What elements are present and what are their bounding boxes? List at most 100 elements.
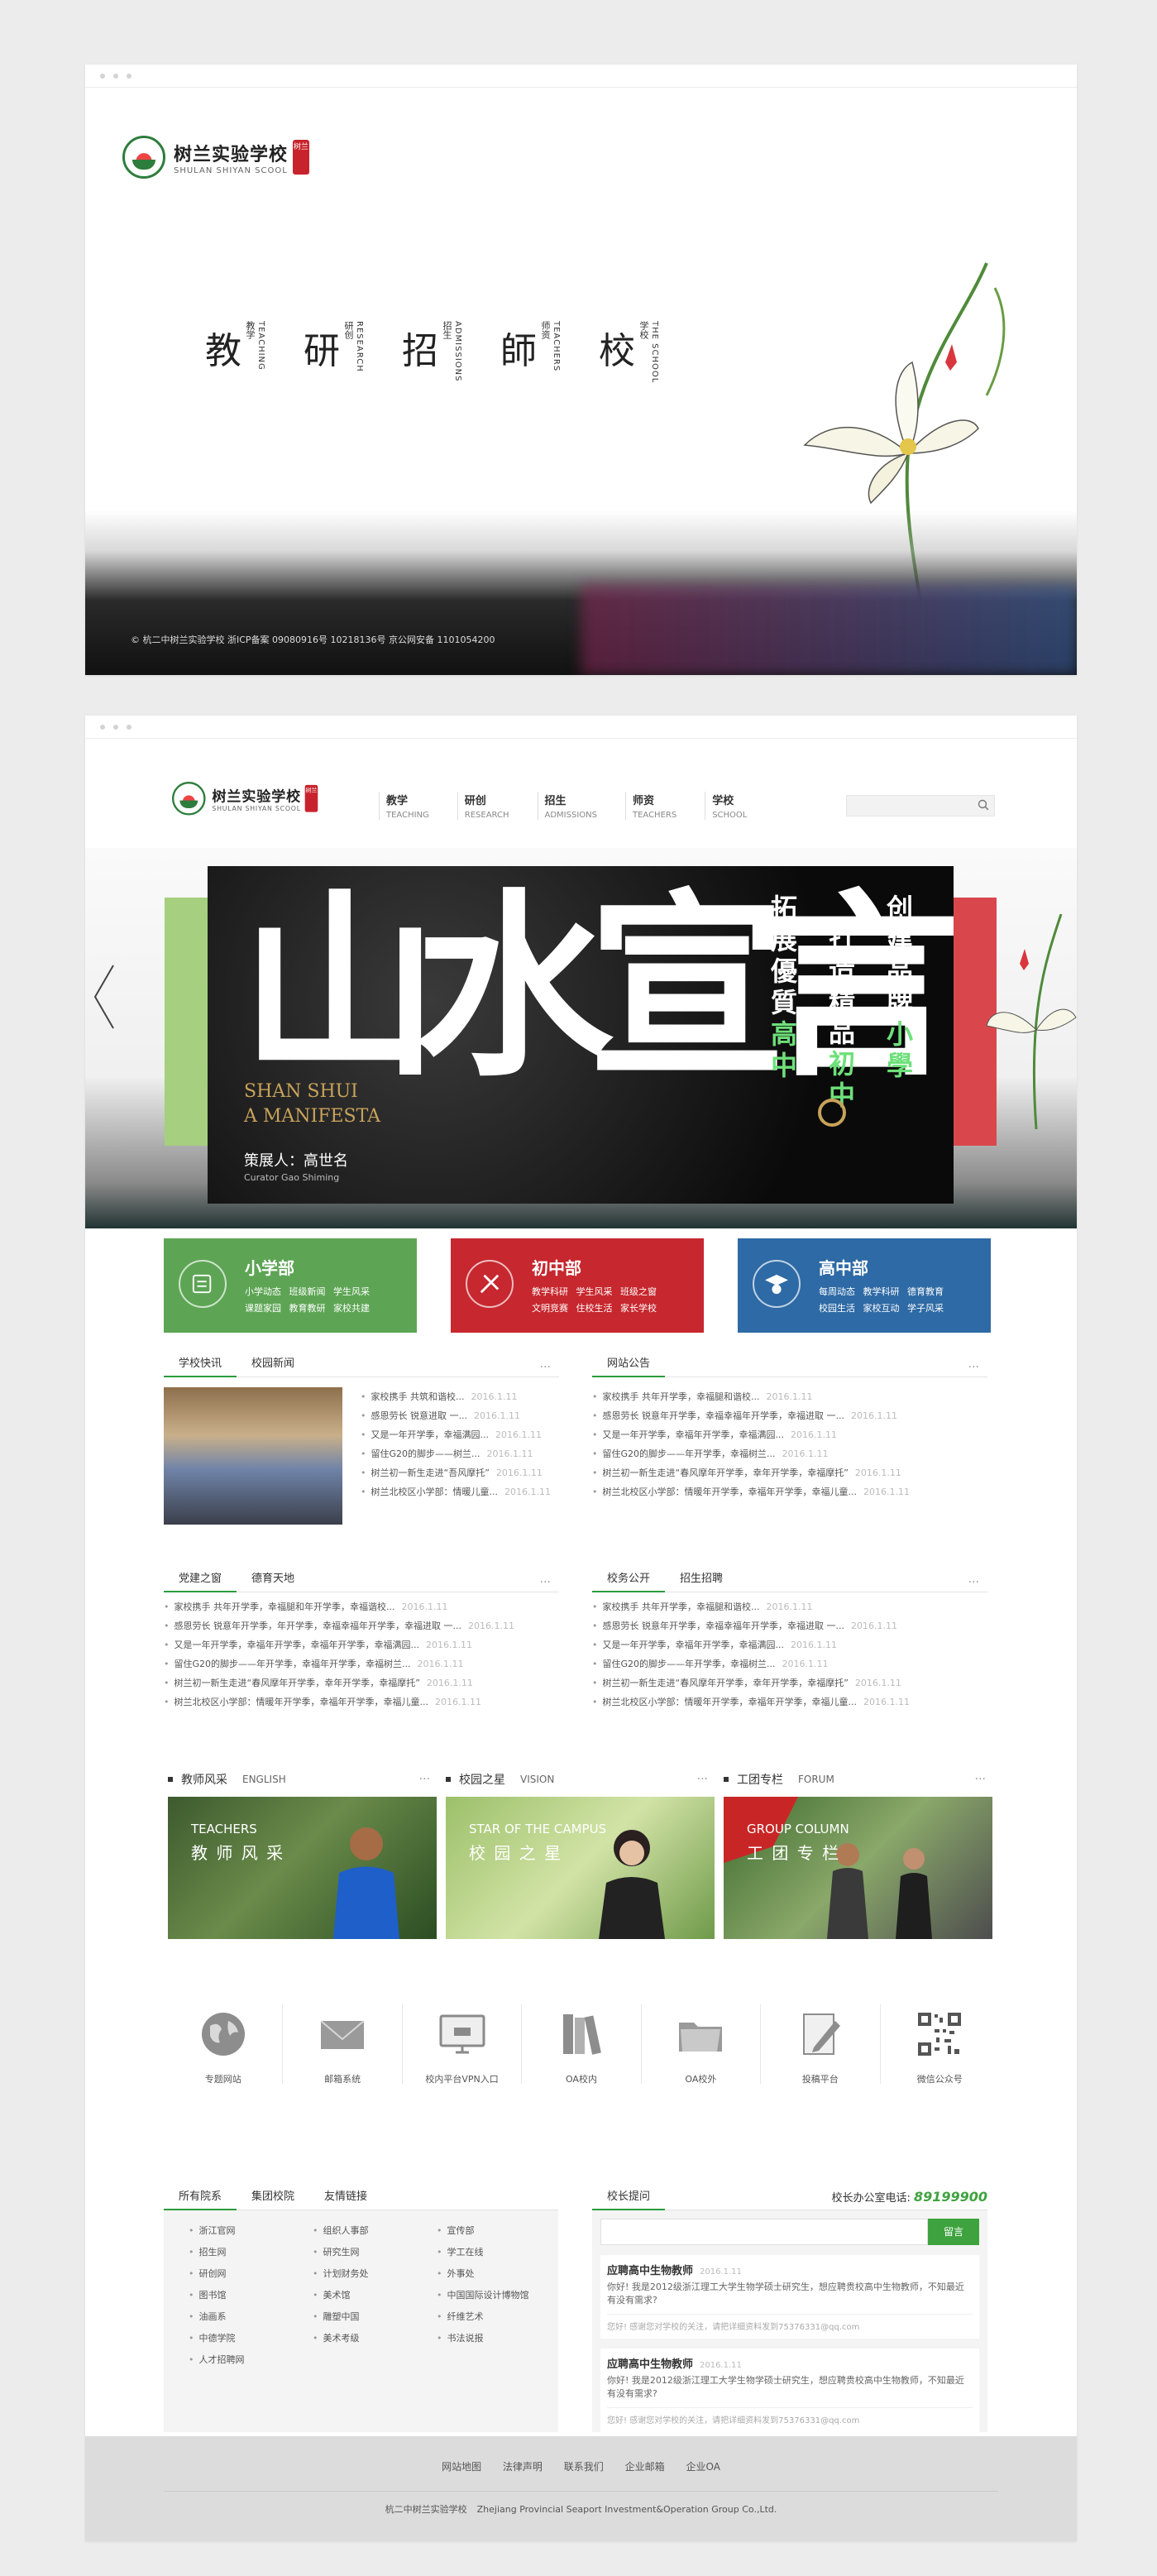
dept-links-1[interactable]: 每周动态 教学科研 德育教育 <box>819 1285 944 1298</box>
link-item[interactable]: 中德学院 <box>189 2331 313 2344</box>
list-item[interactable]: 树兰初一新生走进“春风摩年开学季，幸年开学季，幸福摩托” 2016.1.11 <box>592 1673 987 1693</box>
system-oa-external[interactable]: OA校外 <box>642 2004 762 2085</box>
dept-middle[interactable]: 初中部 教学科研 学生风采 班级之窗 文明竞赛 住校生活 家长学校 <box>451 1238 704 1333</box>
link-item[interactable]: 美术考级 <box>313 2331 437 2344</box>
list-item[interactable]: 感恩劳长 锐意年开学季，幸福幸福年开学季，幸福进取 一... 2016.1.11 <box>592 1406 987 1425</box>
forum-photo[interactable]: GROUP COLUMN 工 团 专 栏 <box>724 1797 992 1939</box>
topnav-teaching[interactable]: 教学 TEACHING <box>379 792 429 820</box>
list-item[interactable]: 树兰北校区小学部：情暖儿童... 2016.1.11 <box>361 1482 559 1501</box>
list-item[interactable]: 家校携手 共年开学季，幸福腿和谐校... 2016.1.11 <box>592 1597 987 1616</box>
footer-link[interactable]: 企业邮箱 <box>625 2461 665 2473</box>
list-item[interactable]: 又是一年开学季，幸福满园... 2016.1.11 <box>361 1425 559 1444</box>
tab-campus-news[interactable]: 校园新闻 <box>237 1351 309 1377</box>
nav-school[interactable]: 校学校 THE SCHOOL <box>599 321 659 383</box>
more-link[interactable]: ··· <box>540 1354 551 1381</box>
link-item[interactable]: 油画系 <box>189 2310 313 2323</box>
link-item[interactable]: 外事处 <box>437 2267 561 2280</box>
tab-school-express[interactable]: 学校快讯 <box>164 1351 237 1377</box>
list-item[interactable]: 家校携手 共年开学季，幸福腿和年开学季，幸福谐校... 2016.1.11 <box>164 1597 559 1616</box>
chevron-left-icon[interactable] <box>92 964 117 1030</box>
dept-links-1[interactable]: 教学科研 学生风采 班级之窗 <box>532 1285 657 1298</box>
nav-teaching[interactable]: 教教学 TEACHING <box>205 321 265 383</box>
news-photo[interactable] <box>164 1387 342 1525</box>
tab-affairs[interactable]: 校务公开 <box>592 1566 666 1592</box>
topnav-research[interactable]: 研创 RESEARCH <box>457 792 509 820</box>
footer-link[interactable]: 网站地图 <box>442 2461 481 2473</box>
link-item[interactable]: 招生网 <box>189 2245 313 2258</box>
school-logo[interactable]: 树兰实验学校 SHULAN SHIYAN SCOOL 树兰 <box>122 136 310 179</box>
footer-link[interactable]: 法律声明 <box>503 2461 543 2473</box>
list-item[interactable]: 树兰初一新生走进“春风摩年开学季，幸年开学季，幸福摩托” 2016.1.11 <box>164 1673 559 1693</box>
link-item[interactable]: 图书馆 <box>189 2288 313 2301</box>
footer-link[interactable]: 企业OA <box>686 2461 720 2473</box>
link-item[interactable]: 书法说报 <box>437 2331 561 2344</box>
question-item[interactable]: 应聘高中生物教师 2016.1.11 你好! 我是2012级浙江理工大学生物学硕士… <box>600 2349 979 2432</box>
list-item[interactable]: 又是一年开学季，幸福年开学季，幸福满园... 2016.1.11 <box>592 1635 987 1654</box>
dept-primary[interactable]: 小学部 小学动态 班级新闻 学生风采 课题家园 教育教研 家校共建 <box>164 1238 417 1333</box>
more-link[interactable]: ··· <box>419 1773 430 1786</box>
link-item[interactable]: 组织人事部 <box>313 2224 437 2237</box>
link-item[interactable]: 人才招聘网 <box>189 2353 313 2366</box>
system-wechat[interactable]: 微信公众号 <box>881 2004 999 2085</box>
system-mail[interactable]: 邮箱系统 <box>283 2004 403 2085</box>
dept-high[interactable]: 高中部 每周动态 教学科研 德育教育 校园生活 家校互动 学子风采 <box>738 1238 991 1333</box>
link-item[interactable]: 雕塑中国 <box>313 2310 437 2323</box>
list-item[interactable]: 树兰北校区小学部：情暖年开学季，幸福年开学季，幸福儿童... 2016.1.11 <box>164 1693 559 1712</box>
list-item[interactable]: 树兰初一新生走进“春风摩年开学季，幸年开学季，幸福摩托” 2016.1.11 <box>592 1463 987 1482</box>
link-item[interactable]: 研创网 <box>189 2267 313 2280</box>
list-item[interactable]: 家校携手 共筑和谐校... 2016.1.11 <box>361 1387 559 1406</box>
more-link[interactable]: ··· <box>540 1569 551 1596</box>
list-item[interactable]: 树兰初一新生走进“吾风摩托” 2016.1.11 <box>361 1463 559 1482</box>
topnav-admissions[interactable]: 招生 ADMISSIONS <box>537 792 597 820</box>
list-item[interactable]: 树兰北校区小学部：情暖年开学季，幸福年开学季，幸福儿童... 2016.1.11 <box>592 1482 987 1501</box>
more-link[interactable]: ··· <box>968 1569 979 1596</box>
footer-link[interactable]: 联系我们 <box>564 2461 604 2473</box>
link-item[interactable]: 学工在线 <box>437 2245 561 2258</box>
dept-links-1[interactable]: 小学动态 班级新闻 学生风采 <box>245 1285 370 1298</box>
list-item[interactable]: 感恩劳长 锐意进取 一... 2016.1.11 <box>361 1406 559 1425</box>
system-submission[interactable]: 投稿平台 <box>761 2004 881 2085</box>
link-item[interactable]: 宣传部 <box>437 2224 561 2237</box>
nav-research[interactable]: 研研创 RESEARCH <box>304 321 364 383</box>
list-item[interactable]: 家校携手 共年开学季，幸福腿和谐校... 2016.1.11 <box>592 1387 987 1406</box>
list-item[interactable]: 留住G20的脚步——年开学季，幸福树兰... 2016.1.11 <box>592 1444 987 1463</box>
more-link[interactable]: ··· <box>975 1773 986 1786</box>
dept-links-2[interactable]: 校园生活 家校互动 学子风采 <box>819 1301 944 1314</box>
system-oa-internal[interactable]: OA校内 <box>522 2004 642 2085</box>
dept-links-2[interactable]: 课题家园 教育教研 家校共建 <box>245 1301 370 1314</box>
question-item[interactable]: 应聘高中生物教师 2016.1.11 你好! 我是2012级浙江理工大学生物学硕士… <box>600 2255 979 2339</box>
system-vpn[interactable]: 校内平台VPN入口 <box>403 2004 523 2085</box>
submit-question-button[interactable]: 留言 <box>928 2219 979 2245</box>
tab-announcements[interactable]: 网站公告 <box>592 1351 666 1377</box>
question-input[interactable] <box>600 2219 928 2245</box>
link-item[interactable]: 美术馆 <box>313 2288 437 2301</box>
nav-teachers[interactable]: 師师资 TEACHERS <box>500 321 561 383</box>
list-item[interactable]: 感恩劳长 锐意年开学季，年开学季，幸福幸福年开学季，幸福进取 一... 2016.… <box>164 1616 559 1635</box>
search-icon[interactable] <box>978 799 989 811</box>
tab-group-schools[interactable]: 集团校院 <box>237 2184 309 2210</box>
list-item[interactable]: 留住G20的脚步——年开学季，幸福树兰... 2016.1.11 <box>592 1654 987 1673</box>
link-item[interactable]: 计划财务处 <box>313 2267 437 2280</box>
nav-admissions[interactable]: 招招生 ADMISSIONS <box>402 321 462 383</box>
link-item[interactable]: 研究生网 <box>313 2245 437 2258</box>
more-link[interactable]: ··· <box>697 1773 708 1786</box>
banner-slide[interactable]: 山水宣言 SHAN SHUI A MANIFESTA 策展人：高世名 Curato… <box>208 866 954 1204</box>
more-link[interactable]: ··· <box>968 1354 979 1381</box>
tab-all-departments[interactable]: 所有院系 <box>164 2184 237 2210</box>
topnav-teachers[interactable]: 师资 TEACHERS <box>624 792 677 820</box>
system-special-sites[interactable]: 专题网站 <box>164 2004 284 2085</box>
list-item[interactable]: 树兰北校区小学部：情暖年开学季，幸福年开学季，幸福儿童... 2016.1.11 <box>592 1693 987 1712</box>
link-item[interactable]: 浙江官网 <box>189 2224 313 2237</box>
list-item[interactable]: 感恩劳长 锐意年开学季，幸福幸福年开学季，幸福进取 一... 2016.1.11 <box>592 1616 987 1635</box>
teachers-photo[interactable]: TEACHERS 教 师 风 采 <box>168 1797 437 1939</box>
header-logo[interactable]: 树兰实验学校 SHULAN SHIYAN SCOOL 树兰 <box>172 782 318 816</box>
search-input[interactable] <box>846 795 995 816</box>
tab-party[interactable]: 党建之窗 <box>164 1566 237 1592</box>
list-item[interactable]: 留住G20的脚步——年开学季，幸福年开学季，幸福树兰... 2016.1.11 <box>164 1654 559 1673</box>
dept-links-2[interactable]: 文明竞赛 住校生活 家长学校 <box>532 1301 657 1314</box>
list-item[interactable]: 又是一年开学季，幸福年开学季，幸福满园... 2016.1.11 <box>592 1425 987 1444</box>
tab-recruit[interactable]: 招生招聘 <box>665 1566 738 1592</box>
topnav-school[interactable]: 学校 SCHOOL <box>705 792 747 820</box>
list-item[interactable]: 留住G20的脚步——树兰... 2016.1.11 <box>361 1444 559 1463</box>
list-item[interactable]: 又是一年开学季，幸福年开学季，幸福年开学季，幸福满园... 2016.1.11 <box>164 1635 559 1654</box>
